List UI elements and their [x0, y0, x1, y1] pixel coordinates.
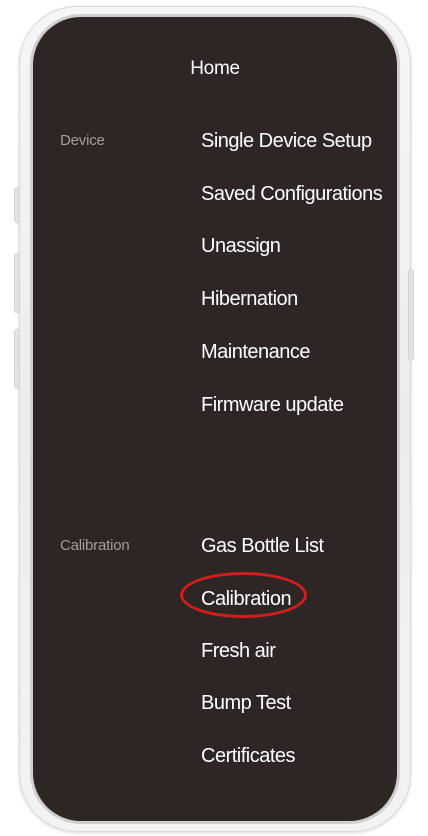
section-label-device: Device — [60, 132, 105, 149]
menu-item-bump-test[interactable]: Bump Test — [201, 692, 291, 715]
menu-item-fresh-air[interactable]: Fresh air — [201, 640, 276, 663]
app-screen: Home Device Single Device Setup Saved Co… — [33, 17, 397, 821]
phone-power-button — [409, 270, 413, 360]
menu-item-firmware-update[interactable]: Firmware update — [201, 394, 344, 417]
menu-item-hibernation[interactable]: Hibernation — [201, 288, 298, 311]
menu-item-certificates[interactable]: Certificates — [201, 745, 296, 768]
phone-side-button — [15, 188, 19, 222]
menu-item-single-device-setup[interactable]: Single Device Setup — [201, 130, 372, 153]
menu-item-calibration[interactable]: Calibration — [201, 588, 292, 611]
menu-item-unassign[interactable]: Unassign — [201, 235, 281, 258]
menu-item-maintenance[interactable]: Maintenance — [201, 341, 311, 364]
page-title: Home — [190, 58, 240, 79]
menu-item-saved-configurations[interactable]: Saved Configurations — [201, 183, 383, 206]
phone-volume-down-button — [15, 330, 19, 388]
phone-volume-up-button — [15, 254, 19, 312]
menu-item-gas-bottle-list[interactable]: Gas Bottle List — [201, 535, 324, 558]
section-label-calibration: Calibration — [60, 537, 130, 554]
